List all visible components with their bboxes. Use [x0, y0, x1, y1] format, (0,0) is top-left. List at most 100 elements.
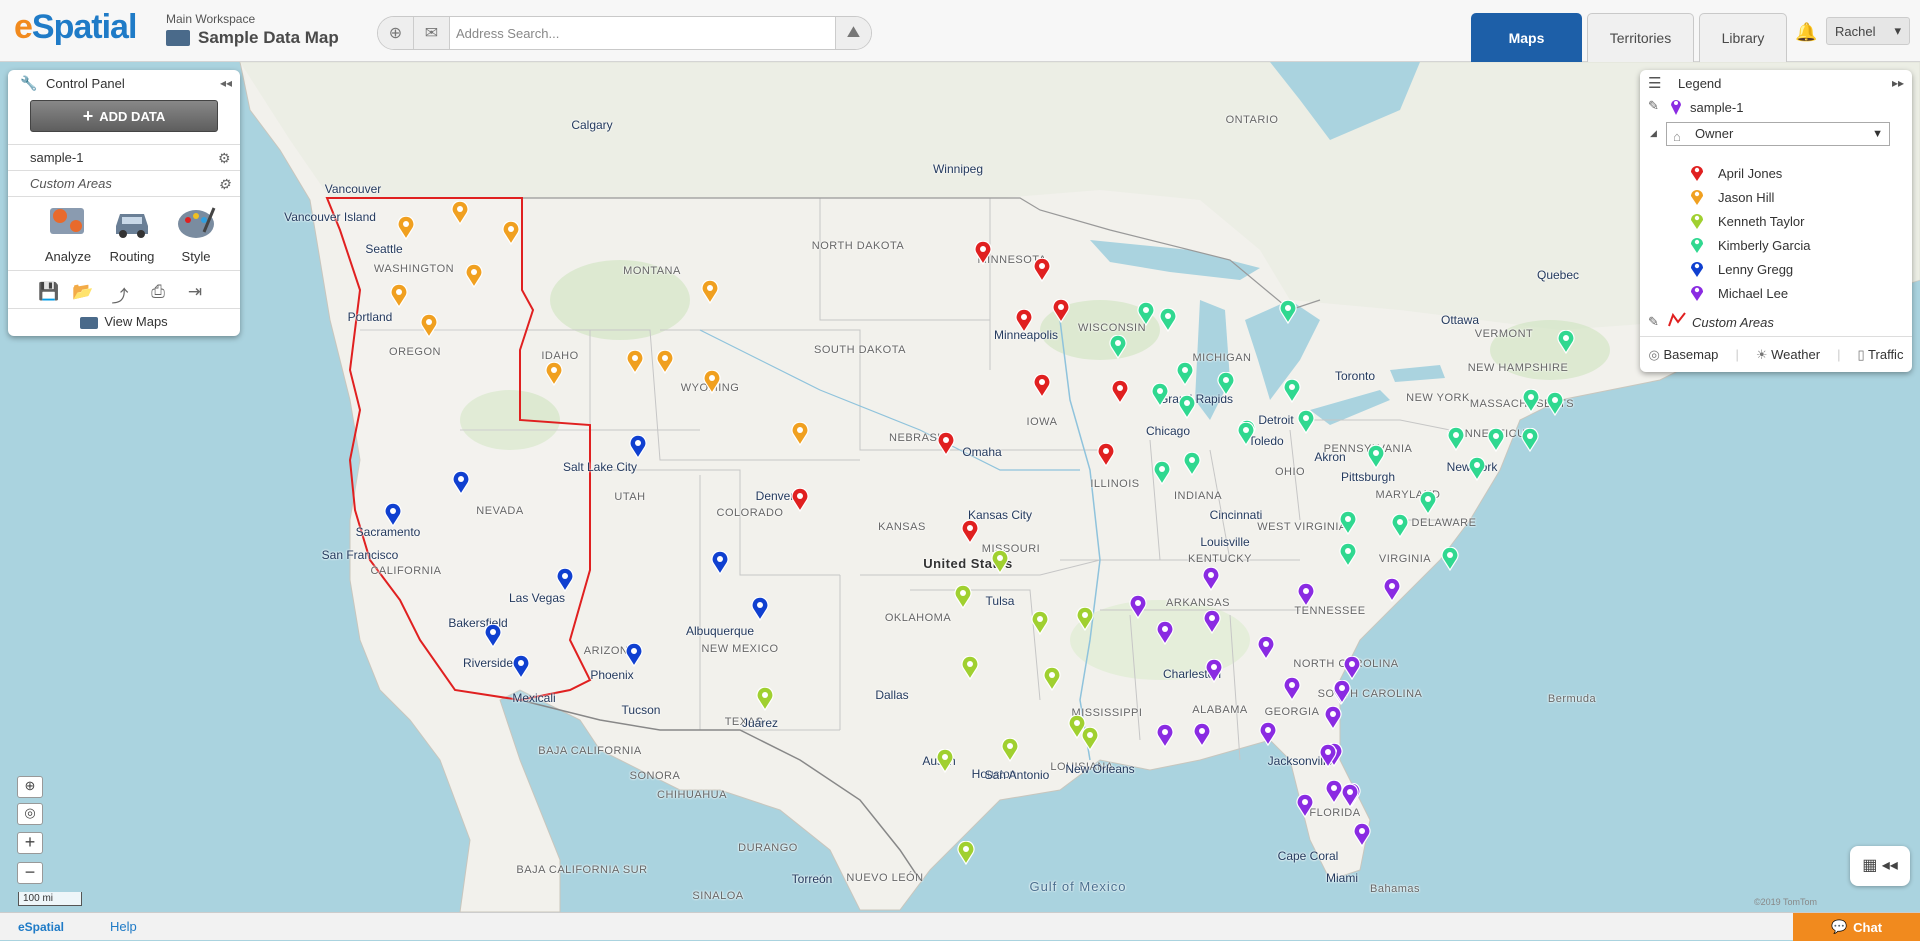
dataset-row[interactable]: sample-1 ⚙ — [8, 144, 240, 170]
map-pin[interactable] — [1217, 372, 1235, 396]
gear-icon[interactable]: ⚙ — [218, 176, 234, 192]
map-pin[interactable] — [390, 284, 408, 308]
bell-icon[interactable]: 🔔 — [1795, 22, 1817, 43]
map-pin[interactable] — [791, 488, 809, 512]
map-pin[interactable] — [1111, 380, 1129, 404]
map-pin[interactable] — [1279, 300, 1297, 324]
map-pin[interactable] — [1324, 706, 1342, 730]
map-pin[interactable] — [1367, 445, 1385, 469]
map-pin[interactable] — [1097, 443, 1115, 467]
map-pin[interactable] — [545, 362, 563, 386]
map-pin[interactable] — [1033, 374, 1051, 398]
map-pin[interactable] — [1557, 330, 1575, 354]
map-pin[interactable] — [1043, 667, 1061, 691]
map-pin[interactable] — [1343, 656, 1361, 680]
print-icon[interactable]: ⎙ — [147, 282, 169, 302]
add-route-icon[interactable]: ⛰ — [835, 17, 871, 49]
tab-maps[interactable]: Maps — [1471, 13, 1582, 62]
map-pin[interactable] — [1521, 428, 1539, 452]
map-pin[interactable] — [1153, 461, 1171, 485]
map-pin[interactable] — [1081, 727, 1099, 751]
map-pin[interactable] — [756, 687, 774, 711]
map-pin[interactable] — [1283, 677, 1301, 701]
chat-button[interactable]: 💬 Chat — [1793, 913, 1920, 941]
address-search-input[interactable] — [450, 17, 835, 49]
map-pin[interactable] — [1151, 383, 1169, 407]
brush-icon[interactable]: ✎ — [1648, 98, 1659, 114]
help-link[interactable]: Help — [110, 919, 137, 934]
style-button[interactable]: Style — [166, 202, 226, 264]
map-pin[interactable] — [936, 749, 954, 773]
map-pin[interactable] — [420, 314, 438, 338]
collapse-icon[interactable]: ◂◂ — [220, 76, 232, 90]
map-pin[interactable] — [1487, 428, 1505, 452]
map-canvas[interactable]: Calgary Winnipeg ONTARIO Vancouver Vancouver… — [0, 62, 1920, 912]
map-pin[interactable] — [1339, 543, 1357, 567]
chat-search-icon[interactable]: ✉ — [414, 17, 450, 49]
locate-icon[interactable]: ◎ — [17, 803, 43, 825]
user-menu[interactable]: Rachel ▾ — [1826, 17, 1910, 45]
map-pin[interactable] — [1522, 389, 1540, 413]
map-pin[interactable] — [1391, 514, 1409, 538]
map-pin[interactable] — [1033, 258, 1051, 282]
map-pin[interactable] — [937, 432, 955, 456]
map-pin[interactable] — [1109, 335, 1127, 359]
add-pin-icon[interactable]: ⊕ — [378, 17, 414, 49]
grid-menu-icon[interactable]: ▦ ◂◂ — [1850, 846, 1910, 886]
map-pin[interactable] — [1546, 392, 1564, 416]
map-pin[interactable] — [1383, 578, 1401, 602]
map-pin[interactable] — [1156, 724, 1174, 748]
legend-custom-areas[interactable]: Custom Areas — [1692, 315, 1774, 330]
map-pin[interactable] — [1076, 607, 1094, 631]
map-pin[interactable] — [957, 841, 975, 865]
map-pin[interactable] — [1333, 680, 1351, 704]
map-pin[interactable] — [397, 216, 415, 240]
view-maps-link[interactable]: View Maps — [8, 308, 240, 334]
map-pin[interactable] — [1183, 452, 1201, 476]
map-pin[interactable] — [1353, 823, 1371, 847]
map-pin[interactable] — [1205, 659, 1223, 683]
map-pin[interactable] — [961, 656, 979, 680]
map-pin[interactable] — [954, 585, 972, 609]
legend-owner-item[interactable]: Michael Lee — [1718, 286, 1788, 301]
legend-owner-item[interactable]: Kenneth Taylor — [1718, 214, 1805, 229]
map-pin[interactable] — [1176, 362, 1194, 386]
workspace-name[interactable]: Main Workspace — [166, 12, 255, 26]
legend-owner-item[interactable]: April Jones — [1718, 166, 1782, 181]
collapse-triangle-icon[interactable]: ◢ — [1650, 128, 1657, 139]
map-pin[interactable] — [626, 350, 644, 374]
map-pin[interactable] — [1441, 547, 1459, 571]
map-pin[interactable] — [1257, 636, 1275, 660]
brush-icon[interactable]: ✎ — [1648, 314, 1659, 330]
map-pin[interactable] — [1015, 309, 1033, 333]
map-pin[interactable] — [451, 201, 469, 225]
map-pin[interactable] — [991, 550, 1009, 574]
analyze-button[interactable]: Analyze — [38, 202, 98, 264]
map-pin[interactable] — [703, 370, 721, 394]
save-icon[interactable]: 💾 — [38, 282, 60, 302]
map-pin[interactable] — [556, 568, 574, 592]
map-pin[interactable] — [1339, 511, 1357, 535]
map-pin[interactable] — [1283, 379, 1301, 403]
folder-open-icon[interactable]: 📂 — [72, 282, 94, 302]
map-pin[interactable] — [1319, 744, 1337, 768]
basemap-button[interactable]: ◎ Basemap — [1649, 347, 1719, 363]
legend-owner-item[interactable]: Jason Hill — [1718, 190, 1774, 205]
map-pin[interactable] — [1341, 784, 1359, 808]
map-pin[interactable] — [1259, 722, 1277, 746]
traffic-button[interactable]: ▯ Traffic — [1858, 347, 1904, 363]
legend-owner-item[interactable]: Kimberly Garcia — [1718, 238, 1810, 253]
tab-library[interactable]: Library — [1699, 13, 1787, 62]
map-pin[interactable] — [1052, 299, 1070, 323]
map-pin[interactable] — [1193, 723, 1211, 747]
custom-areas-row[interactable]: Custom Areas ⚙ — [8, 170, 240, 196]
map-pin[interactable] — [751, 597, 769, 621]
map-pin[interactable] — [1237, 422, 1255, 446]
map-pin[interactable] — [961, 520, 979, 544]
map-pin[interactable] — [465, 264, 483, 288]
map-pin[interactable] — [625, 643, 643, 667]
map-pin[interactable] — [1297, 583, 1315, 607]
map-pin[interactable] — [1001, 738, 1019, 762]
map-pin[interactable] — [656, 350, 674, 374]
map-pin[interactable] — [512, 655, 530, 679]
